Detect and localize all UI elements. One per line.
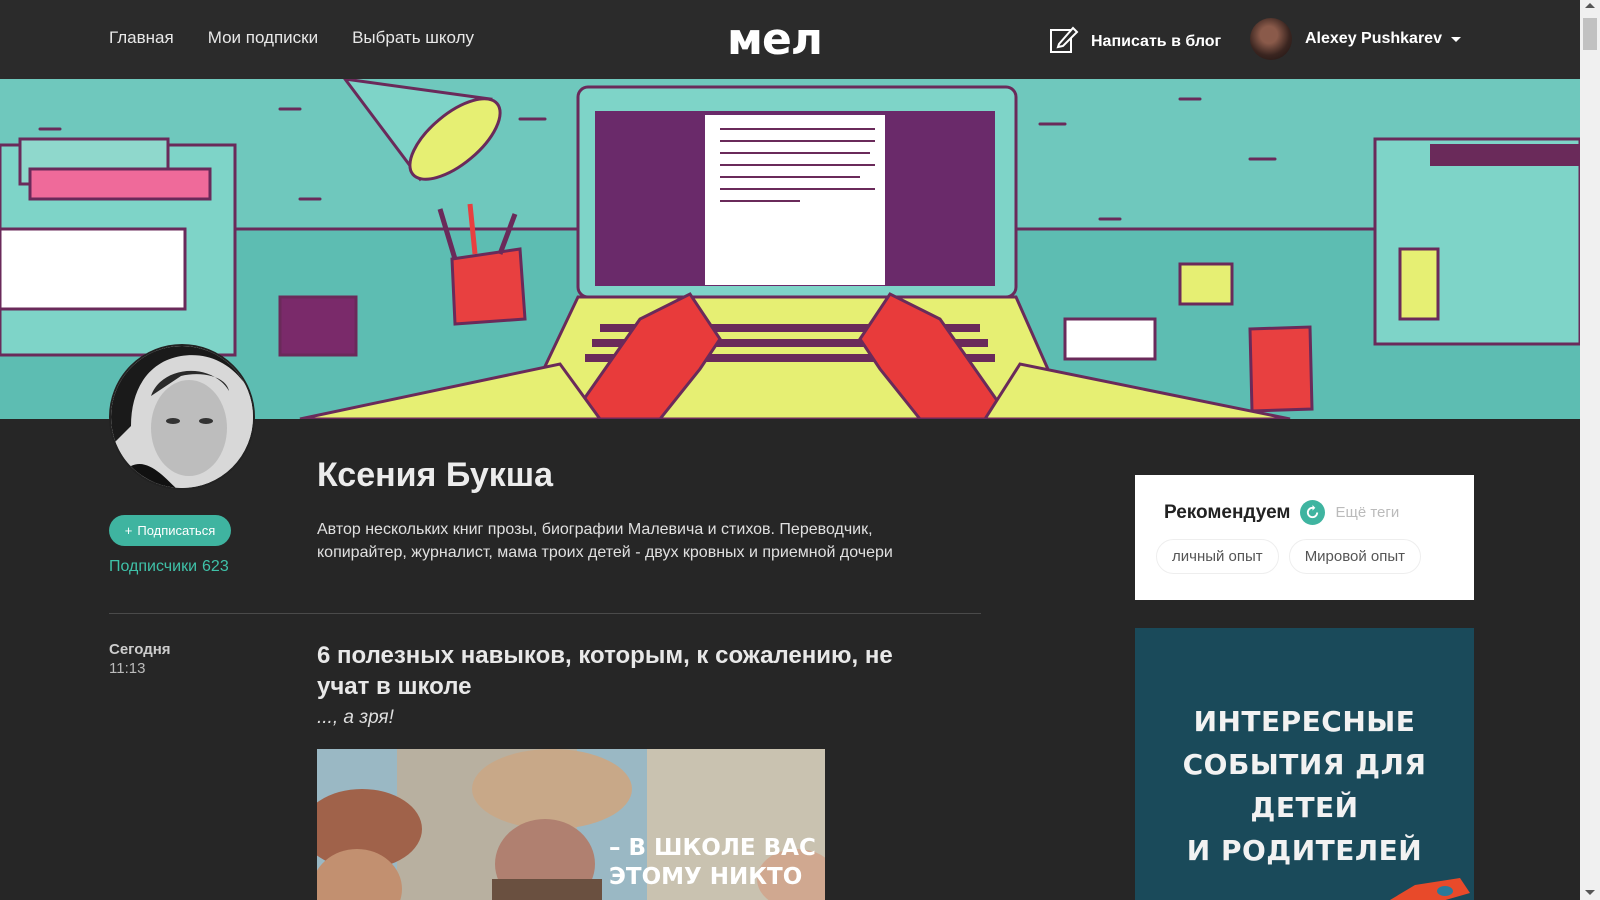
user-menu[interactable]: Alexey Pushkarev (1250, 18, 1461, 60)
ad-line-3: И РОДИТЕЛЕЙ (1186, 834, 1423, 867)
post-image-caption: – В ШКОЛЕ ВАС ЭТОМУ НИКТО (609, 834, 816, 892)
user-name: Alexey Pushkarev (1305, 30, 1442, 47)
author-avatar (109, 344, 255, 490)
ad-banner[interactable]: ИНТЕРЕСНЫЕ СОБЫТИЯ ДЛЯ ДЕТЕЙ И РОДИТЕЛЕЙ (1135, 628, 1474, 900)
section-divider (109, 613, 981, 614)
post-title[interactable]: 6 полезных навыков, которым, к сожалению… (317, 640, 937, 702)
post-time: 11:13 (109, 660, 146, 677)
more-tags-link[interactable]: Ещё теги (1335, 504, 1399, 521)
followers-link[interactable]: Подписчики 623 (109, 558, 229, 576)
ad-text: ИНТЕРЕСНЫЕ СОБЫТИЯ ДЛЯ ДЕТЕЙ И РОДИТЕЛЕЙ (1135, 700, 1474, 872)
tag-personal-experience[interactable]: личный опыт (1156, 539, 1279, 574)
edit-icon (1049, 24, 1079, 59)
main-nav: Главная Мои подписки Выбрать школу (109, 28, 474, 48)
refresh-icon[interactable] (1300, 500, 1326, 525)
scroll-down-icon[interactable] (1585, 890, 1595, 895)
chevron-down-icon (1450, 36, 1461, 42)
nav-link-subscriptions[interactable]: Мои подписки (208, 28, 318, 48)
scroll-thumb[interactable] (1583, 18, 1597, 50)
post-day: Сегодня (109, 641, 171, 658)
tag-world-experience[interactable]: Мировой опыт (1288, 539, 1422, 574)
author-name: Ксения Букша (317, 456, 554, 494)
author-bio: Автор нескольких книг прозы, биографии М… (317, 521, 893, 561)
recommend-title: Рекомендуем (1164, 501, 1291, 523)
subscribe-label: Подписаться (137, 523, 216, 538)
post-image[interactable]: – В ШКОЛЕ ВАС ЭТОМУ НИКТО (317, 749, 825, 900)
post-image-caption-line-2: ЭТОМУ НИКТО (609, 864, 803, 890)
post-image-caption-line-1: – В ШКОЛЕ ВАС (609, 835, 816, 861)
recommend-header: Рекомендуем Ещё теги (1164, 500, 1399, 525)
ad-line-1: ИНТЕРЕСНЫЕ (1193, 705, 1416, 738)
subscribe-button[interactable]: + Подписаться (109, 515, 231, 546)
rocket-icon (1390, 878, 1470, 900)
followers-count: 623 (202, 558, 229, 575)
followers-label: Подписчики (109, 558, 198, 575)
write-blog-button[interactable]: Написать в блог (1049, 24, 1221, 59)
scroll-up-icon[interactable] (1585, 3, 1595, 8)
tag-list: личный опыт Мировой опыт (1156, 539, 1422, 574)
recommend-widget: Рекомендуем Ещё теги личный опыт Мировой… (1135, 475, 1474, 600)
top-header: Главная Мои подписки Выбрать школу мел Н… (0, 0, 1580, 79)
nav-link-choose-school[interactable]: Выбрать школу (352, 28, 474, 48)
ad-line-2: СОБЫТИЯ ДЛЯ ДЕТЕЙ (1182, 748, 1427, 824)
post-subtitle: ..., а зря! (317, 707, 394, 728)
post-date: Сегодня 11:13 (109, 640, 171, 678)
nav-link-home[interactable]: Главная (109, 28, 174, 48)
user-avatar (1250, 18, 1292, 60)
page-scrollbar[interactable] (1580, 0, 1600, 900)
plus-icon: + (124, 523, 133, 538)
write-blog-label: Написать в блог (1091, 32, 1222, 50)
site-logo[interactable]: мел (727, 14, 823, 66)
